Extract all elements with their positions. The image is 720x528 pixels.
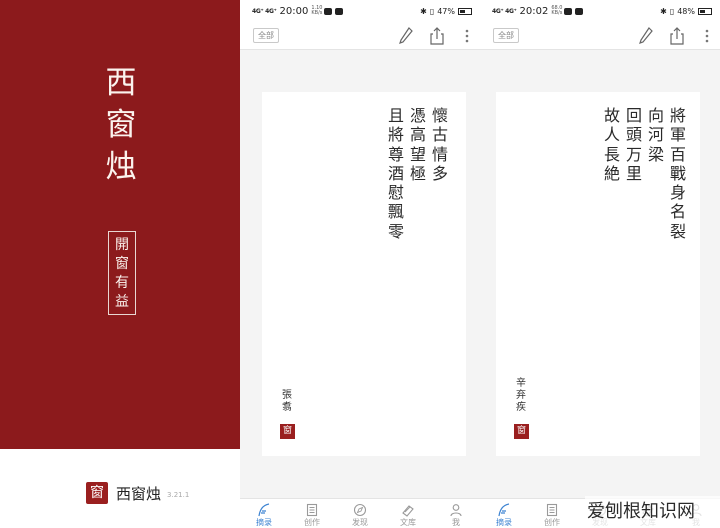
tab-label: 摘录 xyxy=(256,518,272,527)
network-speed: 1.10 KB/s xyxy=(311,5,323,16)
tab-label: 摘录 xyxy=(496,518,512,527)
tab-discover[interactable]: 发现 xyxy=(336,499,384,528)
tab-excerpts[interactable]: 摘录 xyxy=(240,499,288,528)
share-icon[interactable] xyxy=(668,26,686,46)
poem-card[interactable]: 將軍百戰身名裂 向河梁 回頭万里 故人長絶 辛弃疾 窗 xyxy=(496,92,700,456)
battery-icon xyxy=(698,7,712,15)
more-icon[interactable] xyxy=(698,26,709,46)
app-name: 西窗烛 xyxy=(116,484,162,503)
poem-author: 辛弃疾 xyxy=(516,378,526,413)
tab-create[interactable]: 创作 xyxy=(528,499,576,528)
books-icon xyxy=(401,502,415,517)
quill-icon xyxy=(257,502,271,517)
quill-icon xyxy=(497,502,511,517)
network-indicator: 4G⁺ 4G⁺ xyxy=(252,7,277,15)
network-indicator: 4G⁺ 4G⁺ xyxy=(492,7,517,15)
person-icon xyxy=(449,502,463,517)
poem-card[interactable]: 懷古情多 憑高望極 且將尊酒慰飄零 張翥 窗 xyxy=(262,92,466,456)
tab-label: 文库 xyxy=(400,518,416,527)
poem-author: 張翥 xyxy=(282,390,292,413)
poem-line: 且將尊酒慰飄零 xyxy=(387,106,404,241)
splash-title: 西窗烛 xyxy=(105,65,137,185)
tab-excerpts[interactable]: 摘录 xyxy=(480,499,528,528)
battery-percent: 47% xyxy=(437,6,455,16)
tab-label: 发现 xyxy=(352,518,368,527)
poem-line: 憑高望極 xyxy=(409,106,426,183)
poem-line: 將軍百戰身名裂 xyxy=(669,106,686,241)
status-time: 20:00 xyxy=(279,5,309,17)
more-icon[interactable] xyxy=(458,26,469,46)
notification-icon xyxy=(564,7,573,15)
tab-label: 我 xyxy=(452,518,460,527)
share-icon[interactable] xyxy=(428,26,446,46)
app-logo: 窗 xyxy=(86,482,108,504)
tab-label: 创作 xyxy=(544,518,560,527)
seal-stamp: 窗 xyxy=(280,424,295,439)
bluetooth-icon: ✱ xyxy=(660,6,667,16)
top-toolbar: 全部 xyxy=(480,22,720,50)
app-version: 3.21.1 xyxy=(167,491,190,499)
battery-percent: 48% xyxy=(677,6,695,16)
tab-me[interactable]: 我 xyxy=(432,499,480,528)
site-watermark: 爱刨根知识网 xyxy=(585,496,720,528)
splash-motto-seal: 開窗有益 xyxy=(108,231,136,315)
tab-label: 创作 xyxy=(304,518,320,527)
poem-line: 回頭万里 xyxy=(625,106,642,183)
phone-screen-1: 4G⁺ 4G⁺ 20:00 1.10 KB/s ✱ ▯ 47% 全部 懷古情多 … xyxy=(240,0,480,528)
pen-icon[interactable] xyxy=(397,26,415,46)
bottom-tab-bar: 摘录 创作 发现 文库 我 xyxy=(240,498,480,528)
battery-icon xyxy=(458,7,472,15)
filter-all-button[interactable]: 全部 xyxy=(253,28,279,43)
phone-screen-2: 4G⁺ 4G⁺ 20:02 68.0 KB/s ✱ ▯ 48% 全部 將軍百戰身… xyxy=(480,0,720,528)
splash-branding: 窗 西窗烛 3.21.1 xyxy=(86,481,189,505)
status-time: 20:02 xyxy=(519,5,549,17)
filter-all-button[interactable]: 全部 xyxy=(493,28,519,43)
seal-stamp: 窗 xyxy=(514,424,529,439)
poem-line: 懷古情多 xyxy=(431,106,448,183)
notebook-icon xyxy=(305,502,319,517)
notification-icon xyxy=(324,7,333,15)
compass-icon xyxy=(353,502,367,517)
tab-library[interactable]: 文库 xyxy=(384,499,432,528)
notebook-icon xyxy=(545,502,559,517)
notification-icon xyxy=(575,7,584,15)
vibrate-icon: ▯ xyxy=(669,6,675,16)
poem-line: 故人長絶 xyxy=(603,106,620,183)
pen-icon[interactable] xyxy=(637,26,655,46)
vibrate-icon: ▯ xyxy=(429,6,435,16)
poem-line: 向河梁 xyxy=(647,106,664,164)
notification-icon xyxy=(335,7,344,15)
top-toolbar: 全部 xyxy=(240,22,480,50)
splash-screen: 西窗烛 開窗有益 窗 西窗烛 3.21.1 xyxy=(0,0,240,528)
status-bar: 4G⁺ 4G⁺ 20:00 1.10 KB/s ✱ ▯ 47% xyxy=(240,0,480,22)
status-bar: 4G⁺ 4G⁺ 20:02 68.0 KB/s ✱ ▯ 48% xyxy=(480,0,720,22)
network-speed: 68.0 KB/s xyxy=(551,5,563,16)
bluetooth-icon: ✱ xyxy=(420,6,427,16)
tab-create[interactable]: 创作 xyxy=(288,499,336,528)
